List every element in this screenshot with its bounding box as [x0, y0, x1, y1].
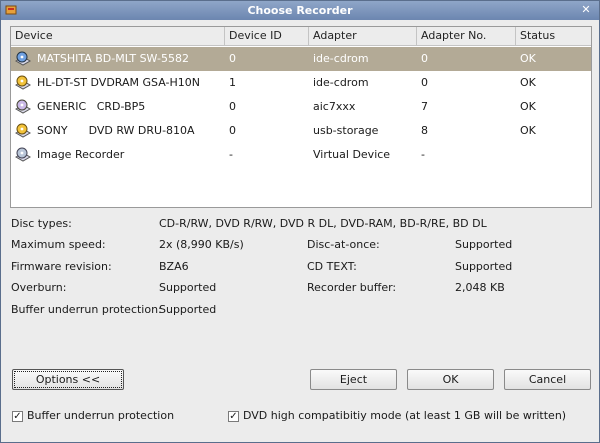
adapter: ide-cdrom — [313, 52, 369, 65]
device-name: Image Recorder — [37, 148, 125, 161]
cd-text-label: CD TEXT: — [307, 260, 357, 273]
firmware-value: BZA6 — [159, 260, 189, 273]
cd-writer-icon — [14, 99, 32, 114]
adapter-no: 7 — [421, 100, 428, 113]
overburn-label: Overburn: — [11, 281, 67, 294]
buffer-underrun-checkbox[interactable]: ✓ — [12, 411, 23, 422]
disc-types-label: Disc types: — [11, 217, 72, 230]
disc-at-once-value: Supported — [455, 238, 513, 251]
adapter: usb-storage — [313, 124, 379, 137]
recorder-list[interactable]: Device Device ID Adapter Adapter No. Sta… — [10, 26, 592, 208]
device-id: 0 — [229, 100, 236, 113]
status — [516, 143, 520, 167]
buffer-protection-value: Supported — [159, 303, 217, 316]
app-icon — [5, 5, 17, 15]
column-header-adapter-no[interactable]: Adapter No. — [417, 27, 516, 45]
dvd-compat-checkbox[interactable]: ✓ — [228, 411, 239, 422]
adapter-no: 0 — [421, 52, 428, 65]
adapter-no: - — [421, 148, 425, 161]
bd-writer-icon — [14, 51, 32, 66]
adapter: Virtual Device — [313, 148, 391, 161]
device-id: 0 — [229, 124, 236, 137]
status: OK — [520, 100, 536, 113]
dvd-writer-icon — [14, 123, 32, 138]
table-row[interactable]: Image Recorder - Virtual Device - — [11, 143, 591, 167]
buffer-underrun-label[interactable]: Buffer underrun protection — [27, 409, 174, 422]
disc-at-once-label: Disc-at-once: — [307, 238, 380, 251]
dvd-writer-icon — [14, 75, 32, 90]
device-name: SONY DVD RW DRU-810A — [37, 124, 195, 137]
status: OK — [520, 76, 536, 89]
window-title: Choose Recorder — [247, 4, 353, 17]
device-name: MATSHITA BD-MLT SW-5582 — [37, 52, 189, 65]
adapter: ide-cdrom — [313, 76, 369, 89]
column-header-device-id[interactable]: Device ID — [225, 27, 309, 45]
close-icon[interactable]: ✕ — [579, 3, 593, 17]
image-recorder-icon — [14, 147, 32, 162]
device-name: GENERIC CRD-BP5 — [37, 100, 146, 113]
table-row[interactable]: HL-DT-ST DVDRAM GSA-H10N 1 ide-cdrom 0 O… — [11, 71, 591, 95]
column-header-device[interactable]: Device — [11, 27, 225, 45]
table-row[interactable]: MATSHITA BD-MLT SW-5582 0 ide-cdrom 0 OK — [11, 47, 591, 71]
device-id: 0 — [229, 52, 236, 65]
table-row[interactable]: GENERIC CRD-BP5 0 aic7xxx 7 OK — [11, 95, 591, 119]
device-name: HL-DT-ST DVDRAM GSA-H10N — [37, 76, 200, 89]
device-id: - — [229, 148, 233, 161]
buffer-protection-label: Buffer underrun protection: — [11, 303, 162, 316]
eject-button[interactable]: Eject — [310, 369, 397, 390]
firmware-label: Firmware revision: — [11, 260, 112, 273]
ok-button[interactable]: OK — [407, 369, 494, 390]
disc-types-value: CD-R/RW, DVD R/RW, DVD R DL, DVD-RAM, BD… — [159, 217, 487, 230]
recorder-buffer-value: 2,048 KB — [455, 281, 505, 294]
cd-text-value: Supported — [455, 260, 513, 273]
max-speed-label: Maximum speed: — [11, 238, 106, 251]
table-row[interactable]: SONY DVD RW DRU-810A 0 usb-storage 8 OK — [11, 119, 591, 143]
adapter-no: 8 — [421, 124, 428, 137]
column-header-adapter[interactable]: Adapter — [309, 27, 417, 45]
list-header: Device Device ID Adapter Adapter No. Sta… — [11, 27, 591, 46]
status: OK — [520, 52, 536, 65]
status: OK — [520, 124, 536, 137]
cancel-button[interactable]: Cancel — [504, 369, 591, 390]
overburn-value: Supported — [159, 281, 217, 294]
column-header-status[interactable]: Status — [516, 27, 591, 45]
max-speed-value: 2x (8,990 KB/s) — [159, 238, 244, 251]
choose-recorder-dialog: Choose Recorder ✕ Device Device ID Adapt… — [0, 0, 600, 443]
adapter-no: 0 — [421, 76, 428, 89]
title-bar[interactable]: Choose Recorder ✕ — [1, 1, 599, 20]
device-id: 1 — [229, 76, 236, 89]
options-button[interactable]: Options << — [12, 369, 124, 390]
recorder-buffer-label: Recorder buffer: — [307, 281, 397, 294]
dvd-compat-label[interactable]: DVD high compatibitiy mode (at least 1 G… — [243, 409, 566, 422]
adapter: aic7xxx — [313, 100, 356, 113]
